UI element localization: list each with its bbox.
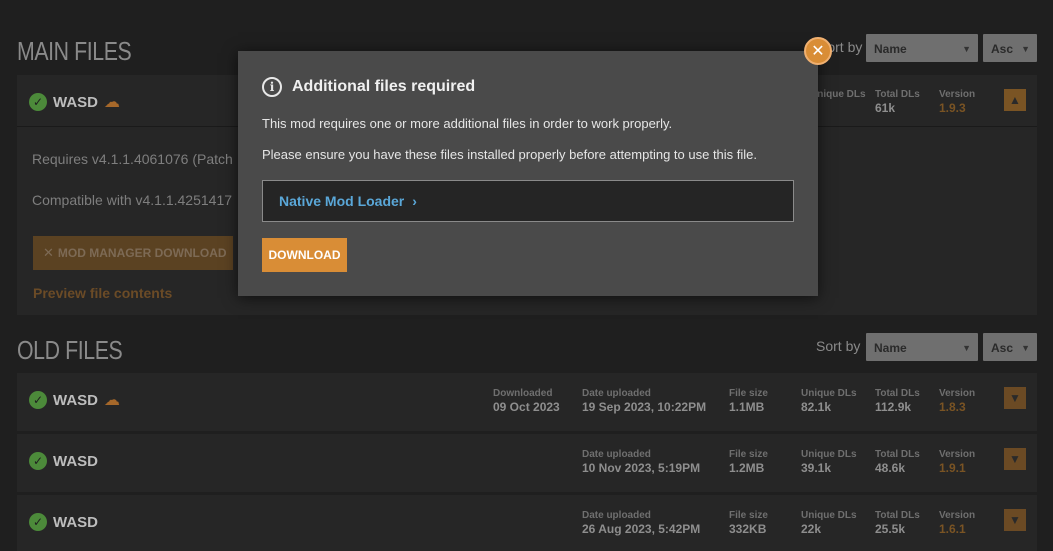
expand-toggle-button[interactable]: ▼ — [1004, 448, 1026, 470]
date-uploaded: Date uploaded 19 Sep 2023, 10:22PM — [582, 388, 707, 414]
unique-dls: Unique DLs 82.1k — [801, 388, 857, 414]
chevron-right-icon: › — [412, 193, 417, 209]
main-sort-order-value: Asc — [991, 42, 1014, 56]
downloaded-date: Downloaded 09 Oct 2023 — [493, 388, 560, 414]
modal-line-2: Please ensure you have these files insta… — [262, 147, 758, 162]
preview-file-contents-link[interactable]: Preview file contents — [33, 285, 172, 301]
expand-toggle-button[interactable]: ▼ — [1004, 387, 1026, 409]
main-unique-dls: Unique DLs k — [810, 89, 866, 115]
chevron-down-icon: ▼ — [962, 44, 971, 54]
check-circle-icon: ✓ — [29, 93, 47, 111]
total-dls: Total DLs 25.5k — [875, 510, 920, 536]
cloud-download-icon: ☁ — [104, 392, 120, 409]
main-sort-field-value: Name — [874, 42, 907, 56]
main-version: Version 1.9.3 — [939, 89, 976, 115]
chevron-down-icon: ▼ — [1009, 452, 1021, 466]
check-circle-icon: ✓ — [29, 513, 47, 531]
old-sort-field-select[interactable]: Name ▼ — [866, 333, 978, 361]
table-row[interactable]: ✓ WASD Date uploaded 26 Aug 2023, 5:42PM… — [17, 495, 1037, 551]
requires-text: Requires v4.1.1.4061076 (Patch — [32, 151, 233, 167]
old-sort-order-value: Asc — [991, 341, 1014, 355]
additional-files-modal: i Additional files required This mod req… — [238, 51, 818, 296]
old-files-title: OLD FILES — [17, 335, 123, 365]
chevron-down-icon: ▼ — [962, 343, 971, 353]
version: Version 1.9.1 — [939, 449, 976, 475]
total-dls: Total DLs 112.9k — [875, 388, 920, 414]
chevron-up-icon: ▲ — [1009, 93, 1021, 107]
info-circle-icon: i — [262, 77, 282, 97]
close-icon[interactable]: ✕ — [804, 37, 832, 65]
main-files-title: MAIN FILES — [17, 36, 132, 66]
unique-dls: Unique DLs 39.1k — [801, 449, 857, 475]
modal-header: i Additional files required — [262, 77, 475, 97]
compatible-text: Compatible with v4.1.1.4251417 — [32, 192, 233, 208]
main-file-name-text: WASD — [53, 93, 98, 111]
unique-dls: Unique DLs 22k — [801, 510, 857, 536]
tools-icon: ✕ — [43, 245, 54, 260]
old-file-name-text: WASD — [53, 391, 98, 409]
old-file-name-text: WASD — [53, 452, 98, 470]
main-total-dls: Total DLs 61k — [875, 89, 920, 115]
collapse-toggle-button[interactable]: ▲ — [1004, 89, 1026, 111]
table-row[interactable]: ✓ WASD ☁ Downloaded 09 Oct 2023 Date upl… — [17, 373, 1037, 431]
old-sort-label: Sort by — [816, 338, 861, 354]
cloud-download-icon: ☁ — [104, 94, 120, 111]
chevron-down-icon: ▼ — [1009, 513, 1021, 527]
check-circle-icon: ✓ — [29, 452, 47, 470]
chevron-down-icon: ▼ — [1009, 391, 1021, 405]
version: Version 1.8.3 — [939, 388, 976, 414]
old-file-name: ✓ WASD — [29, 452, 98, 470]
old-file-name-text: WASD — [53, 513, 98, 531]
file-size: File size 332KB — [729, 510, 768, 536]
date-uploaded: Date uploaded 26 Aug 2023, 5:42PM — [582, 510, 701, 536]
file-size: File size 1.2MB — [729, 449, 768, 475]
old-file-name: ✓ WASD — [29, 513, 98, 531]
modal-title: Additional files required — [292, 78, 476, 95]
modal-line-1: This mod requires one or more additional… — [262, 116, 673, 131]
mod-manager-download-button[interactable]: ✕ MOD MANAGER DOWNLOAD — [33, 236, 233, 270]
date-uploaded: Date uploaded 10 Nov 2023, 5:19PM — [582, 449, 701, 475]
mod-manager-download-label: MOD MANAGER DOWNLOAD — [57, 246, 227, 260]
main-sort-field-select[interactable]: Name ▼ — [866, 34, 978, 62]
main-file-name: ✓ WASD ☁ — [29, 92, 120, 112]
old-sort-order-select[interactable]: Asc ▼ — [983, 333, 1037, 361]
file-size: File size 1.1MB — [729, 388, 768, 414]
old-sort-field-value: Name — [874, 341, 907, 355]
chevron-down-icon: ▼ — [1021, 343, 1030, 353]
required-file-link[interactable]: Native Mod Loader — [279, 193, 404, 209]
check-circle-icon: ✓ — [29, 391, 47, 409]
chevron-down-icon: ▼ — [1021, 44, 1030, 54]
old-file-name: ✓ WASD ☁ — [29, 390, 120, 410]
expand-toggle-button[interactable]: ▼ — [1004, 509, 1026, 531]
total-dls: Total DLs 48.6k — [875, 449, 920, 475]
table-row[interactable]: ✓ WASD Date uploaded 10 Nov 2023, 5:19PM… — [17, 434, 1037, 492]
download-button[interactable]: DOWNLOAD — [262, 238, 347, 272]
required-file-item[interactable]: Native Mod Loader › — [262, 180, 794, 222]
version: Version 1.6.1 — [939, 510, 976, 536]
main-sort-order-select[interactable]: Asc ▼ — [983, 34, 1037, 62]
